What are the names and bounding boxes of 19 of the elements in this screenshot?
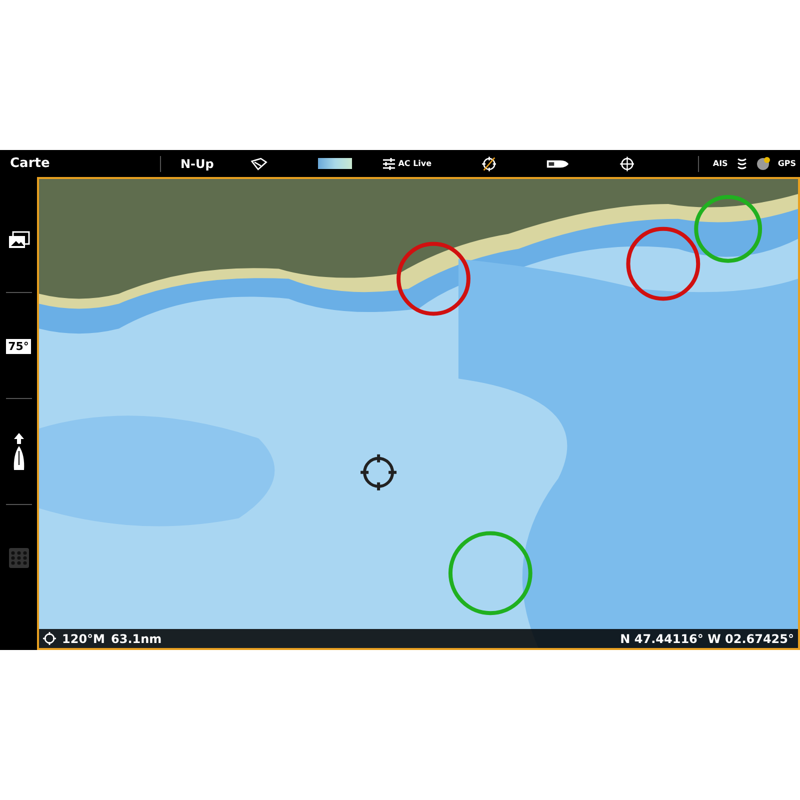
cursor-target-icon [43,632,56,645]
crosshair-icon[interactable] [620,156,634,172]
cursor-bearing: 120°M [62,632,105,646]
boat-heading-icon[interactable] [12,432,26,470]
crossed-target-icon[interactable] [482,156,496,172]
cursor-distance: 63.1nm [111,632,162,646]
sonar-icon[interactable] [736,156,748,170]
cursor-position: N 47.44116° W 02.67425° [620,632,794,646]
screen-title: Carte [10,156,51,171]
boat-icon[interactable] [546,158,570,168]
orientation-button[interactable]: N-Up [180,156,214,170]
water-temperature[interactable]: 75° [6,337,31,354]
grid-dots-icon[interactable] [8,548,28,568]
sliders-icon [382,158,396,170]
pictures-icon[interactable] [8,230,30,248]
color-palette-swatch[interactable] [318,158,352,169]
ais-indicator[interactable]: AIS [712,159,728,168]
gps-indicator[interactable]: GPS [778,159,796,168]
ac-live-button[interactable]: AC Live [382,158,432,170]
